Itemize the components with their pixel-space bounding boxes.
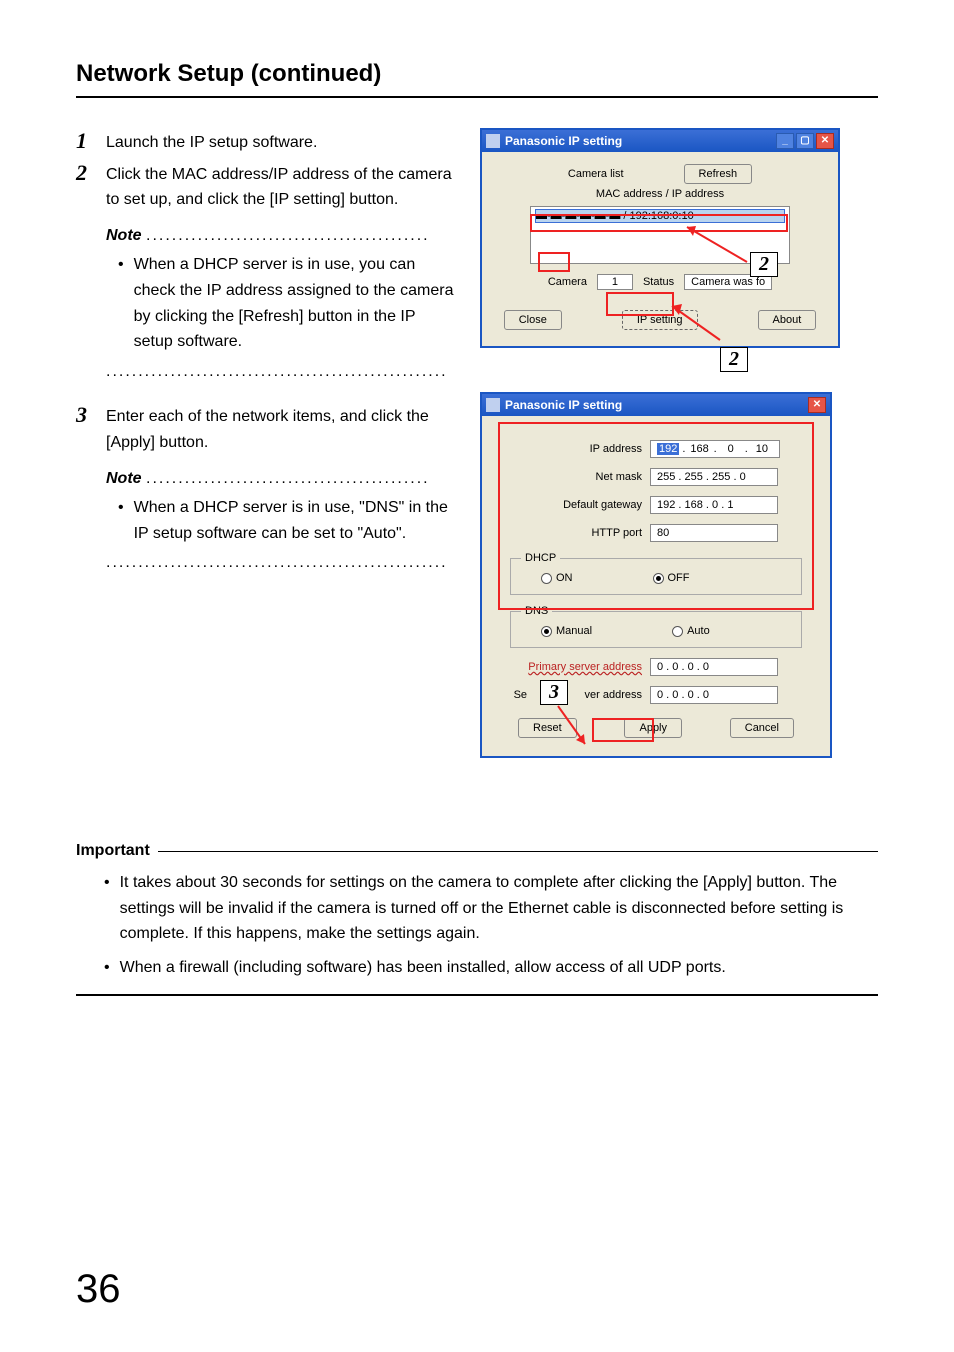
titlebar: Panasonic IP setting _ ▢ ✕ [482, 130, 838, 152]
secondary-dns-field[interactable]: 0 . 0 . 0 . 0 [650, 686, 778, 704]
window-title: Panasonic IP setting [505, 134, 622, 148]
step-1-text: Launch the IP setup software. [106, 128, 456, 156]
minimize-icon[interactable]: _ [776, 133, 794, 149]
step-3-note-bullet: When a DHCP server is in use, "DNS" in t… [118, 495, 456, 546]
primary-dns-field[interactable]: 0 . 0 . 0 . 0 [650, 658, 778, 676]
cancel-button[interactable]: Cancel [730, 718, 794, 738]
highlight-ip-setting-button [606, 292, 674, 316]
highlight-apply-button [592, 718, 654, 742]
window-title: Panasonic IP setting [505, 398, 622, 412]
highlight-camera-number [538, 252, 570, 272]
close-icon[interactable]: ✕ [808, 397, 826, 413]
close-icon[interactable]: ✕ [816, 133, 834, 149]
step-2-note-bullet: When a DHCP server is in use, you can ch… [118, 252, 456, 354]
highlight-list-entry [530, 214, 788, 232]
step-3-number: 3 [76, 402, 106, 455]
refresh-button[interactable]: Refresh [684, 164, 753, 184]
highlight-network-form [498, 422, 814, 610]
important-heading: Important [76, 842, 150, 860]
camera-number: 1 [597, 274, 633, 290]
about-button[interactable]: About [758, 310, 817, 330]
step-3-text: Enter each of the network items, and cli… [106, 402, 456, 455]
important-section: Important It takes about 30 seconds for … [76, 842, 878, 996]
step-2-end-dots: ........................................… [106, 359, 456, 385]
rule-line [158, 851, 878, 852]
primary-dns-label: Primary server address [510, 661, 650, 673]
maximize-icon[interactable]: ▢ [796, 133, 814, 149]
close-button[interactable]: Close [504, 310, 562, 330]
step-2-text: Click the MAC address/IP address of the … [106, 160, 456, 213]
status-label: Status [643, 276, 674, 288]
window-ip-setting-list: Panasonic IP setting _ ▢ ✕ Camera list R… [480, 128, 840, 348]
reset-button[interactable]: Reset [518, 718, 577, 738]
note-label: Note [106, 470, 142, 487]
page-number: 36 [76, 1267, 121, 1312]
note-dots: ........................................… [146, 470, 430, 487]
instructions-column: 1 Launch the IP setup software. 2 Click … [76, 128, 456, 802]
callout-3: 3 [540, 680, 568, 705]
step-3-note: Note ...................................… [106, 466, 456, 492]
rule-line [76, 994, 878, 996]
callout-2b: 2 [720, 347, 748, 372]
step-3-end-dots: ........................................… [106, 550, 456, 576]
dns-group: DNS Manual Auto [510, 605, 802, 648]
note-label: Note [106, 227, 142, 244]
dns-auto-radio[interactable]: Auto [672, 625, 710, 637]
important-bullet-2: When a firewall (including software) has… [104, 955, 878, 981]
step-1-number: 1 [76, 128, 106, 156]
step-2-number: 2 [76, 160, 106, 213]
step-1: 1 Launch the IP setup software. [76, 128, 456, 156]
important-bullet-1: It takes about 30 seconds for settings o… [104, 870, 878, 947]
page-title: Network Setup (continued) [76, 60, 878, 98]
secondary-dns-label: Secondary server address [510, 689, 650, 701]
note-dots: ........................................… [146, 227, 430, 244]
camera-list-label: Camera list [568, 168, 624, 180]
camera-label: Camera [548, 276, 587, 288]
step-2: 2 Click the MAC address/IP address of th… [76, 160, 456, 213]
step-2-note: Note ...................................… [106, 223, 456, 249]
callout-2a: 2 [750, 252, 778, 277]
mac-ip-label: MAC address / IP address [500, 188, 820, 200]
dns-manual-radio[interactable]: Manual [541, 625, 592, 637]
titlebar: Panasonic IP setting ✕ [482, 394, 830, 416]
window-ip-setting-form: Panasonic IP setting ✕ IP address 192 . … [480, 392, 832, 758]
app-icon [486, 398, 500, 412]
step-3: 3 Enter each of the network items, and c… [76, 402, 456, 455]
app-icon [486, 134, 500, 148]
